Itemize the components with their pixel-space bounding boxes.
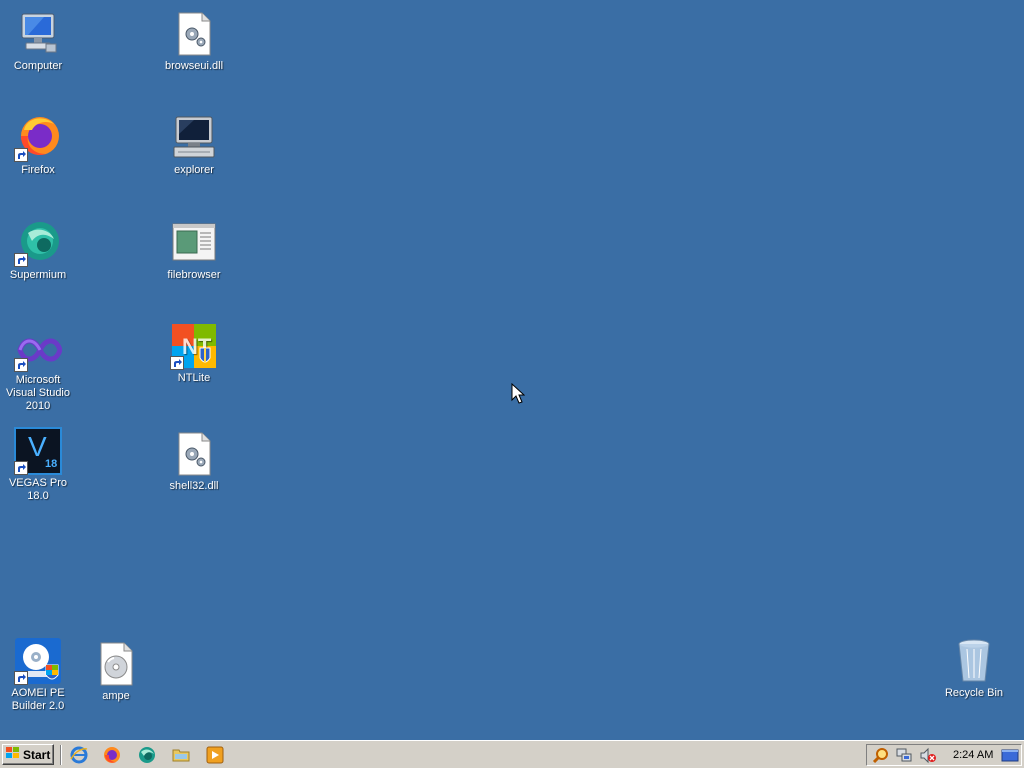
quicklaunch-internet-explorer-icon[interactable] <box>70 746 88 764</box>
desktop-icon-visual-studio[interactable]: Microsoft Visual Studio 2010 <box>0 324 76 413</box>
shortcut-arrow-icon <box>170 356 184 370</box>
network-icon[interactable] <box>895 747 913 764</box>
show-desktop-icon[interactable] <box>1001 747 1019 764</box>
system-tray: 2:24 AM <box>866 744 1022 766</box>
desktop-icon-label: Microsoft Visual Studio 2010 <box>5 374 70 412</box>
ntlite-icon: NT <box>170 322 218 370</box>
shortcut-arrow-icon <box>14 461 28 475</box>
desktop-icon-ampe[interactable]: ampe <box>78 640 154 703</box>
windows-logo-icon <box>6 747 20 762</box>
desktop-icon-shell32[interactable]: shell32.dll <box>156 430 232 493</box>
desktop-icon-label: explorer <box>174 164 214 176</box>
vegas-glyph: V <box>28 431 47 462</box>
desktop-icon-supermium[interactable]: Supermium <box>0 219 76 282</box>
quicklaunch-media-player-icon[interactable] <box>206 746 224 764</box>
taskbar: Start 2:24 AM <box>0 740 1024 768</box>
desktop-icon-recycle-bin[interactable]: Recycle Bin <box>936 637 1012 700</box>
firefox-icon <box>14 114 62 162</box>
desktop-icon-label: AOMEI PE Builder 2.0 <box>11 687 65 712</box>
shortcut-arrow-icon <box>14 671 28 685</box>
taskbar-clock[interactable]: 2:24 AM <box>953 749 993 761</box>
recycle-bin-icon <box>950 637 998 685</box>
desktop-icon-vegas-pro[interactable]: V 18 VEGAS Pro 18.0 <box>0 427 76 503</box>
shortcut-arrow-icon <box>14 148 28 162</box>
desktop-icon-label: VEGAS Pro 18.0 <box>8 477 68 502</box>
start-button[interactable]: Start <box>2 744 54 765</box>
quicklaunch-firefox-icon[interactable] <box>103 746 121 764</box>
mouse-cursor-icon <box>511 382 526 405</box>
desktop-icon-label: Recycle Bin <box>944 687 1004 699</box>
dll-file-icon <box>170 10 218 58</box>
start-label: Start <box>23 747 51 762</box>
desktop-icon-label: browseui.dll <box>164 60 224 72</box>
taskbar-separator <box>60 745 62 765</box>
desktop-icon-explorer[interactable]: explorer <box>156 114 232 177</box>
desktop-icon-computer[interactable]: Computer <box>0 10 76 73</box>
shortcut-arrow-icon <box>14 253 28 267</box>
desktop-icon-label: shell32.dll <box>169 480 219 492</box>
filebrowser-icon <box>170 219 218 267</box>
desktop-icon-label: filebrowser <box>167 269 221 281</box>
supermium-icon <box>14 219 62 267</box>
search-icon[interactable] <box>872 747 890 764</box>
vegas-pro-icon: V 18 <box>14 427 62 475</box>
desktop-icon-label: ampe <box>102 690 130 702</box>
quicklaunch-supermium-icon[interactable] <box>138 746 156 764</box>
desktop-icon-label: NTLite <box>177 372 211 384</box>
visual-studio-icon <box>14 324 63 372</box>
explorer-icon <box>170 114 218 162</box>
aomei-icon <box>14 637 62 685</box>
desktop-icon-label: Computer <box>13 60 63 72</box>
desktop-icon-aomei[interactable]: AOMEI PE Builder 2.0 <box>0 637 76 713</box>
desktop-icon-browseui[interactable]: browseui.dll <box>156 10 232 73</box>
desktop[interactable]: Computer browseui.dll Firefox explorer S… <box>0 0 1024 740</box>
desktop-icon-filebrowser[interactable]: filebrowser <box>156 219 232 282</box>
shortcut-arrow-icon <box>14 358 28 372</box>
desktop-icon-label: Supermium <box>9 269 67 281</box>
dll-file-icon <box>170 430 218 478</box>
vegas-version-badge: 18 <box>45 458 58 470</box>
quicklaunch-folder-icon[interactable] <box>172 746 190 764</box>
computer-icon <box>14 10 62 58</box>
volume-muted-icon[interactable] <box>919 747 937 764</box>
desktop-icon-ntlite[interactable]: NT NTLite <box>156 322 232 385</box>
desktop-icon-label: Firefox <box>21 164 55 176</box>
desktop-icon-firefox[interactable]: Firefox <box>0 114 76 177</box>
disc-image-icon <box>92 640 140 688</box>
